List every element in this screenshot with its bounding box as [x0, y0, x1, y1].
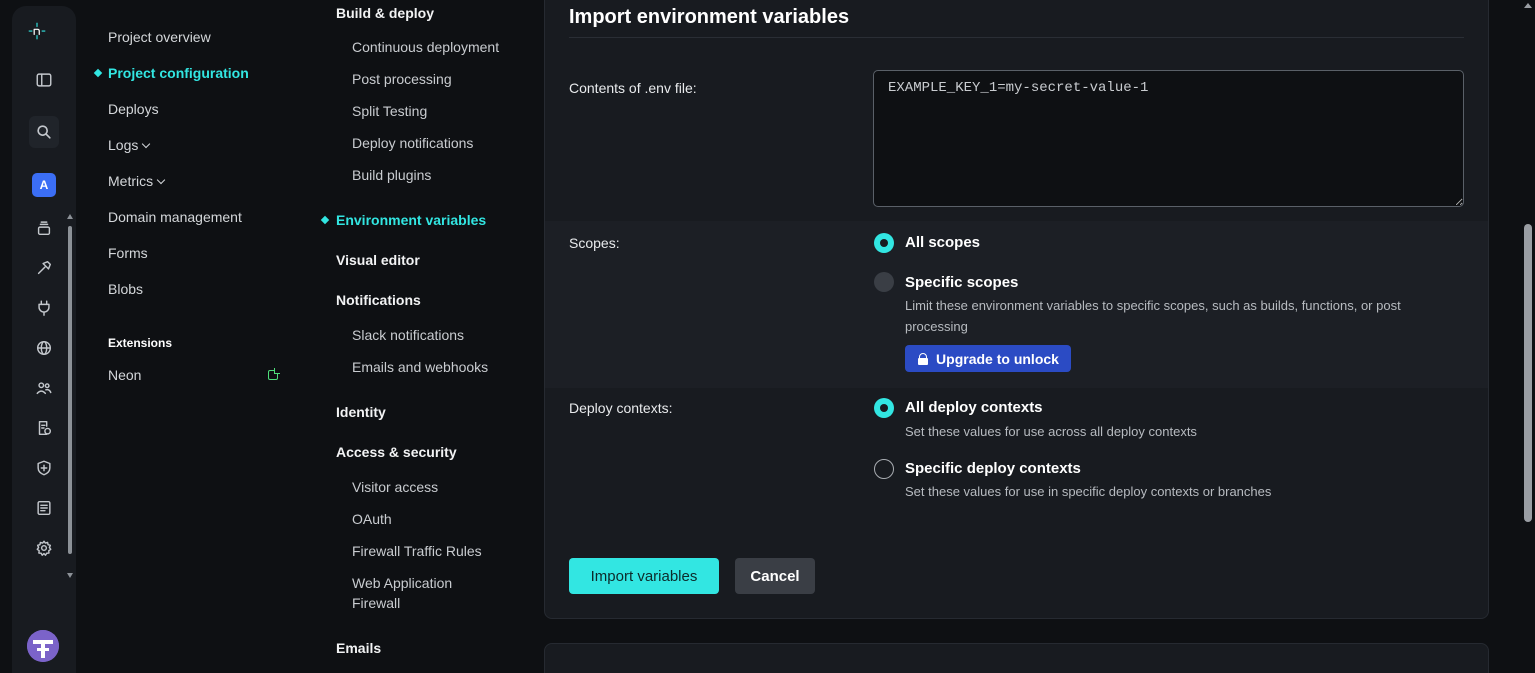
- active-indicator-icon: [93, 68, 103, 78]
- scroll-up-arrow[interactable]: [67, 214, 73, 219]
- chevron-down-icon: [156, 175, 166, 185]
- lock-icon: [917, 352, 929, 365]
- account-avatar[interactable]: A: [32, 173, 56, 197]
- env-file-label: Contents of .env file:: [569, 80, 697, 96]
- nav-emails[interactable]: Emails: [336, 640, 381, 656]
- nav-visitor-access[interactable]: Visitor access: [352, 477, 438, 497]
- external-link-icon: [268, 368, 280, 380]
- nav-web-application-firewall[interactable]: Web Application Firewall: [352, 573, 452, 613]
- scroll-down-arrow[interactable]: [67, 573, 73, 578]
- page-scrollbar[interactable]: [1521, 0, 1535, 673]
- specific-scopes-label: Specific scopes: [905, 274, 1019, 291]
- cancel-button[interactable]: Cancel: [735, 558, 815, 594]
- nav-deploys[interactable]: Deploys: [108, 101, 159, 117]
- active-indicator-icon: [320, 215, 330, 225]
- nav-environment-variables[interactable]: Environment variables: [336, 212, 486, 228]
- extensions-heading: Extensions: [108, 336, 173, 350]
- shield-icon[interactable]: [32, 456, 56, 480]
- upgrade-label: Upgrade to unlock: [936, 350, 1059, 367]
- scopes-label: Scopes:: [569, 235, 620, 251]
- nav-visual-editor[interactable]: Visual editor: [336, 252, 420, 268]
- nav-logs[interactable]: Logs: [108, 137, 151, 153]
- deploy-contexts-label: Deploy contexts:: [569, 400, 673, 416]
- nav-post-processing[interactable]: Post processing: [352, 69, 452, 89]
- nav-build-plugins[interactable]: Build plugins: [352, 165, 431, 185]
- sidebar-toggle-icon[interactable]: [32, 68, 56, 92]
- nav-neon[interactable]: Neon: [108, 367, 141, 383]
- specific-deploy-contexts-label[interactable]: Specific deploy contexts: [905, 460, 1081, 477]
- specific-deploy-contexts-description: Set these values for use in specific dep…: [905, 484, 1272, 499]
- nav-split-testing[interactable]: Split Testing: [352, 101, 427, 121]
- all-deploy-contexts-label[interactable]: All deploy contexts: [905, 399, 1043, 416]
- user-avatar[interactable]: [27, 630, 59, 662]
- build-hammer-icon[interactable]: [32, 256, 56, 280]
- nav-forms[interactable]: Forms: [108, 245, 148, 261]
- nav-waf-line2: Firewall: [352, 595, 401, 611]
- nav-identity[interactable]: Identity: [336, 404, 386, 420]
- search-button[interactable]: [29, 116, 59, 148]
- all-scopes-radio[interactable]: [874, 233, 894, 253]
- plug-icon[interactable]: [32, 296, 56, 320]
- nav-project-overview[interactable]: Project overview: [108, 29, 211, 45]
- deploys-stack-icon[interactable]: [32, 216, 56, 240]
- specific-scopes-description: Limit these environment variables to spe…: [905, 298, 1401, 334]
- nav-metrics[interactable]: Metrics: [108, 173, 166, 189]
- nav-deploy-notifications[interactable]: Deploy notifications: [352, 133, 473, 153]
- nav-project-configuration[interactable]: Project configuration: [108, 65, 249, 81]
- next-card: [544, 643, 1489, 673]
- all-deploy-contexts-description: Set these values for use across all depl…: [905, 424, 1197, 439]
- upgrade-to-unlock-button[interactable]: Upgrade to unlock: [905, 345, 1071, 372]
- rail-scrollbar[interactable]: [66, 212, 74, 580]
- nav-logs-label: Logs: [108, 137, 139, 153]
- settings-gear-icon[interactable]: [32, 536, 56, 560]
- nav-metrics-label: Metrics: [108, 173, 154, 189]
- icon-rail: A: [12, 6, 76, 673]
- nav-build-deploy[interactable]: Build & deploy: [336, 5, 434, 21]
- page-title: Import environment variables: [569, 6, 850, 28]
- divider: [569, 37, 1464, 38]
- billing-receipt-icon[interactable]: [32, 496, 56, 520]
- nav-blobs[interactable]: Blobs: [108, 281, 143, 297]
- nav-waf-line1: Web Application: [352, 575, 453, 591]
- nav-oauth[interactable]: OAuth: [352, 509, 392, 529]
- team-icon[interactable]: [32, 376, 56, 400]
- scroll-thumb[interactable]: [68, 226, 72, 554]
- scroll-up-arrow[interactable]: [1524, 3, 1532, 8]
- env-file-textarea[interactable]: EXAMPLE_KEY_1=my-secret-value-1: [873, 70, 1464, 207]
- nav-firewall-traffic-rules[interactable]: Firewall Traffic Rules: [352, 541, 482, 561]
- nav-emails-webhooks[interactable]: Emails and webhooks: [352, 357, 488, 377]
- all-deploy-contexts-radio[interactable]: [874, 398, 894, 418]
- specific-scopes-radio: [874, 272, 894, 292]
- nav-continuous-deployment[interactable]: Continuous deployment: [352, 37, 499, 57]
- nav-notifications[interactable]: Notifications: [336, 292, 421, 308]
- all-scopes-label[interactable]: All scopes: [905, 234, 980, 251]
- logs-doc-icon[interactable]: [32, 416, 56, 440]
- netlify-logo-icon[interactable]: [28, 22, 60, 54]
- nav-domain-management[interactable]: Domain management: [108, 209, 242, 225]
- specific-deploy-contexts-radio[interactable]: [874, 459, 894, 479]
- nav-slack-notifications[interactable]: Slack notifications: [352, 325, 464, 345]
- chevron-down-icon: [142, 139, 151, 149]
- import-variables-button[interactable]: Import variables: [569, 558, 719, 594]
- globe-icon[interactable]: [32, 336, 56, 360]
- scroll-thumb[interactable]: [1524, 224, 1532, 522]
- nav-access-security[interactable]: Access & security: [336, 444, 457, 460]
